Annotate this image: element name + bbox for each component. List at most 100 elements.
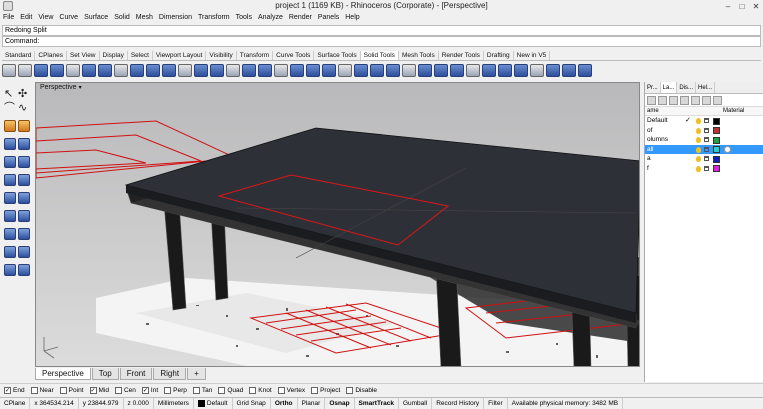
move-up-icon[interactable] xyxy=(680,95,689,105)
polyline-icon[interactable]: ⌒ xyxy=(4,102,16,114)
loft-icon[interactable] xyxy=(18,138,30,150)
layer-color-swatch[interactable] xyxy=(713,136,720,144)
slab-icon[interactable] xyxy=(370,63,384,77)
osnap-project[interactable]: Project xyxy=(311,386,340,394)
ortho-toggle[interactable]: Ortho xyxy=(271,398,298,409)
tab-display[interactable]: Display xyxy=(100,51,128,60)
history-icon[interactable] xyxy=(466,63,480,77)
layer-visibility-bulb-icon[interactable] xyxy=(696,137,701,143)
command-line[interactable]: Command: xyxy=(2,36,761,47)
boolean-icon[interactable] xyxy=(18,120,30,132)
extract-surface-icon[interactable] xyxy=(242,63,256,77)
point-tool-icon[interactable]: ✣ xyxy=(18,88,30,100)
osnap-quad[interactable]: Quad xyxy=(218,386,243,394)
tab-set-view[interactable]: Set View xyxy=(67,51,100,60)
tab-surface-tools[interactable]: Surface Tools xyxy=(314,51,361,60)
layer-name[interactable]: f xyxy=(647,164,649,174)
layer-name[interactable]: all xyxy=(647,145,654,155)
menu-view[interactable]: View xyxy=(38,12,53,23)
osnap-mid[interactable]: ✓ Mid xyxy=(89,386,109,394)
layer-lock-icon[interactable] xyxy=(704,127,709,133)
layer-row[interactable]: of xyxy=(645,126,763,136)
tab-curve-tools[interactable]: Curve Tools xyxy=(273,51,315,60)
column-material[interactable]: Material xyxy=(723,107,744,115)
offset-solid-icon[interactable] xyxy=(578,63,592,77)
layer-name[interactable]: of xyxy=(647,126,652,136)
mesh-box-icon[interactable] xyxy=(18,264,30,276)
sphere-icon[interactable] xyxy=(4,174,16,186)
tab-properties[interactable]: Pr... xyxy=(645,82,661,93)
layer-visibility-bulb-icon[interactable] xyxy=(696,127,701,134)
layer-color-swatch[interactable] xyxy=(713,165,720,172)
menu-curve[interactable]: Curve xyxy=(59,12,78,23)
tab-cplanes[interactable]: CPlanes xyxy=(35,51,67,60)
osnap-checkbox[interactable] xyxy=(30,386,38,394)
fillet-edge-icon[interactable] xyxy=(178,63,192,77)
layer-color-swatch[interactable] xyxy=(713,146,720,153)
menu-transform[interactable]: Transform xyxy=(198,12,230,23)
smarttrack-toggle[interactable]: SmartTrack xyxy=(355,398,399,409)
boolean-union-icon[interactable] xyxy=(114,63,128,77)
tab-select[interactable]: Select xyxy=(128,51,153,60)
delete-layer-icon[interactable] xyxy=(669,95,678,105)
wire-cut-icon[interactable] xyxy=(354,63,368,77)
move-face-icon[interactable] xyxy=(258,63,272,77)
gumball-toggle[interactable]: Gumball xyxy=(399,398,433,409)
layer-row[interactable]: olumns xyxy=(645,135,763,145)
osnap-int[interactable]: ✓ Int xyxy=(141,386,158,394)
round-hole-icon[interactable] xyxy=(402,63,416,77)
torus-tool-icon[interactable] xyxy=(82,63,96,77)
tab-help[interactable]: Hel... xyxy=(696,82,716,93)
tab-mesh-tools[interactable]: Mesh Tools xyxy=(399,51,439,60)
layer-row[interactable]: Default ✓ xyxy=(645,116,763,126)
osnap-checkbox[interactable]: ✓ xyxy=(4,386,11,394)
tab-perspective[interactable]: Perspective xyxy=(35,368,91,380)
osnap-checkbox[interactable] xyxy=(164,386,172,394)
status-units[interactable]: Millimeters xyxy=(154,398,194,409)
menu-render[interactable]: Render xyxy=(289,12,312,23)
grid-snap-toggle[interactable]: Grid Snap xyxy=(233,398,271,409)
split-face-icon[interactable] xyxy=(290,63,304,77)
surface-icon[interactable] xyxy=(4,138,16,150)
move-down-icon[interactable] xyxy=(691,95,700,105)
section-icon[interactable] xyxy=(546,63,560,77)
sphere-tool-icon[interactable] xyxy=(18,63,32,77)
tab-standard[interactable]: Standard xyxy=(2,51,36,60)
close-button[interactable]: ✕ xyxy=(749,0,763,12)
viewport-title[interactable]: Perspective ▾ xyxy=(38,84,84,91)
layer-lock-icon[interactable] xyxy=(704,165,709,171)
viewport-scene[interactable] xyxy=(36,83,640,367)
layer-color-swatch[interactable] xyxy=(713,127,720,134)
solid-edit-icon[interactable] xyxy=(482,63,496,77)
osnap-checkbox[interactable]: ✓ xyxy=(89,386,97,394)
osnap-vertex[interactable]: Vertex xyxy=(277,386,305,394)
tab-layers[interactable]: La... xyxy=(660,82,678,93)
tab-visibility[interactable]: Visibility xyxy=(206,51,237,60)
osnap-disable[interactable]: Disable xyxy=(346,386,377,394)
filter-icon[interactable] xyxy=(702,95,711,105)
solid-points-icon[interactable] xyxy=(498,63,512,77)
osnap-checkbox[interactable] xyxy=(192,386,200,394)
tube-icon[interactable] xyxy=(18,246,30,258)
merge-faces-icon[interactable] xyxy=(322,63,336,77)
cylinder-icon[interactable] xyxy=(18,174,30,186)
status-cplane[interactable]: CPlane xyxy=(0,398,31,409)
box-icon[interactable] xyxy=(4,156,16,168)
torus-icon[interactable] xyxy=(4,210,16,222)
osnap-cen[interactable]: Cen xyxy=(114,386,136,394)
layer-color-swatch[interactable] xyxy=(713,117,720,125)
tab-viewport-layout[interactable]: Viewport Layout xyxy=(153,51,207,60)
layer-lock-icon[interactable] xyxy=(704,137,709,142)
osnap-checkbox[interactable] xyxy=(249,386,257,394)
menu-file[interactable]: File xyxy=(3,12,14,23)
filter-toggle[interactable]: Filter xyxy=(484,398,508,409)
boolean-intersection-icon[interactable] xyxy=(146,63,160,77)
layer-visibility-bulb-icon[interactable] xyxy=(696,156,701,162)
create-solid-icon[interactable] xyxy=(338,63,352,77)
pipe-icon[interactable] xyxy=(4,246,16,258)
array-hole-icon[interactable] xyxy=(450,63,464,77)
chamfer-edge-icon[interactable] xyxy=(194,63,208,77)
planar-toggle[interactable]: Planar xyxy=(298,398,326,409)
osnap-checkbox[interactable]: ✓ xyxy=(141,386,149,394)
move-edge-icon[interactable] xyxy=(274,63,288,77)
